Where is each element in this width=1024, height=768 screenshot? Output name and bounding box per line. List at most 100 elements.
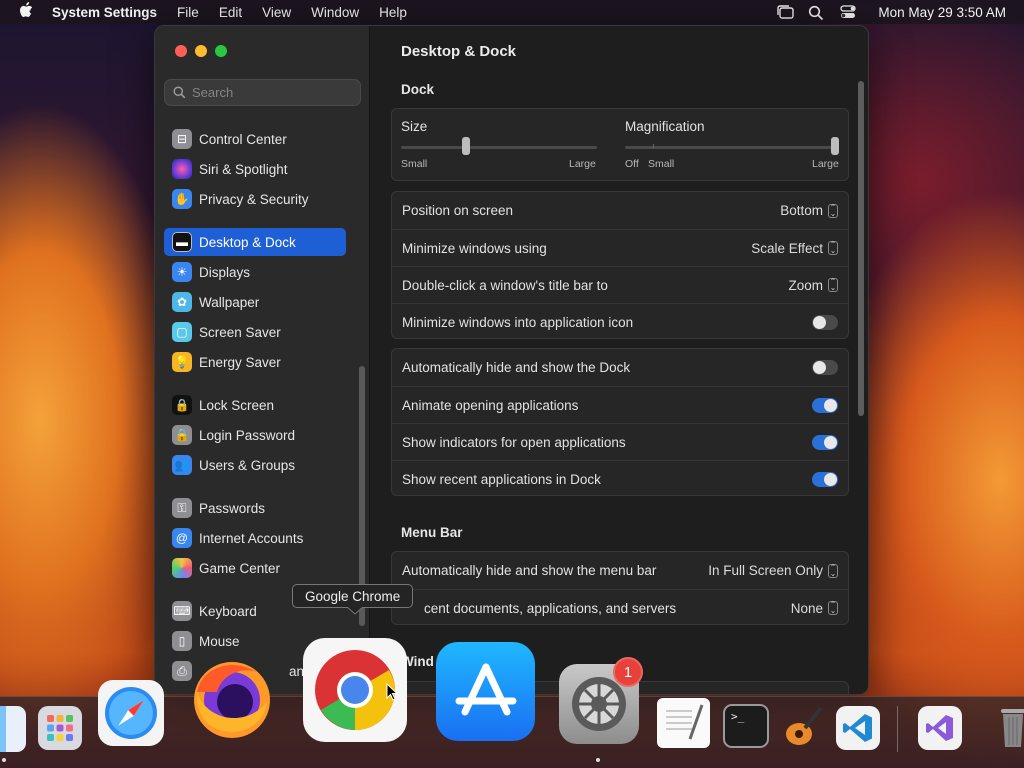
search-icon xyxy=(173,86,186,99)
minimize-effect-select[interactable]: Scale Effect ⌃ ⌄ xyxy=(751,241,838,256)
launchpad-icon[interactable] xyxy=(38,706,82,750)
sidebar-item-label: Desktop & Dock xyxy=(199,234,296,250)
screen-saver-icon: ▢ xyxy=(172,322,192,342)
autohide-menubar-row: Automatically hide and show the menu bar… xyxy=(392,552,848,589)
sidebar-item-passwords[interactable]: ⚿ Passwords xyxy=(164,494,346,522)
finder-icon[interactable] xyxy=(0,706,26,752)
sidebar-item-control-center[interactable]: ⊟ Control Center xyxy=(164,125,346,153)
flower-icon: ✿ xyxy=(172,292,192,312)
sidebar-item-label: Displays xyxy=(199,264,251,280)
zoom-window-button[interactable] xyxy=(215,45,227,57)
search-input[interactable] xyxy=(192,85,352,100)
size-slider-thumb[interactable] xyxy=(461,137,470,155)
recent-documents-select[interactable]: None ⌃ ⌄ xyxy=(791,601,838,616)
sidebar-item-lock-screen[interactable]: 🔒 Lock Screen xyxy=(164,391,346,419)
position-select[interactable]: Bottom ⌃ ⌄ xyxy=(780,203,838,218)
trash-icon[interactable] xyxy=(996,704,1024,750)
firefox-icon[interactable] xyxy=(185,650,279,744)
sidebar-item-label: Login Password xyxy=(199,427,296,443)
size-min-label: Small xyxy=(401,158,428,170)
row-label: Double-click a window's title bar to xyxy=(402,277,608,293)
minimize-window-button[interactable] xyxy=(195,45,207,57)
vscode-icon[interactable] xyxy=(836,706,880,750)
menu-view[interactable]: View xyxy=(262,5,291,20)
sidebar-item-displays[interactable]: ☀ Displays xyxy=(164,258,346,286)
show-recent-apps-toggle[interactable] xyxy=(812,471,838,487)
visual-studio-icon[interactable] xyxy=(918,706,962,750)
dock-toggles-group: Automatically hide and show the Dock Ani… xyxy=(391,348,849,496)
close-window-button[interactable] xyxy=(175,45,187,57)
menu-edit[interactable]: Edit xyxy=(219,5,242,20)
sidebar-item-internet-accounts[interactable]: @ Internet Accounts xyxy=(164,524,346,552)
search-field[interactable] xyxy=(164,79,361,106)
size-slider-track[interactable] xyxy=(401,146,597,149)
size-max-label: Large xyxy=(569,158,596,170)
minimize-into-app-icon-toggle[interactable] xyxy=(812,314,838,330)
dock-separator xyxy=(897,706,898,752)
sidebar-item-users-groups[interactable]: 👥 Users & Groups xyxy=(164,451,346,479)
menu-window[interactable]: Window xyxy=(311,5,359,20)
chevron-updown-icon: ⌃ ⌄ xyxy=(828,277,838,292)
stage-manager-icon[interactable] xyxy=(776,5,795,19)
garageband-icon[interactable] xyxy=(781,704,825,748)
sidebar-item-desktop-dock[interactable]: ▬ Desktop & Dock xyxy=(164,228,346,256)
select-value: None xyxy=(790,600,823,616)
sidebar-item-label: Internet Accounts xyxy=(199,530,304,546)
sidebar-item-screen-saver[interactable]: ▢ Screen Saver xyxy=(164,318,346,346)
lock-icon: 🔒 xyxy=(172,395,192,415)
sidebar-item-label: Passwords xyxy=(199,500,266,516)
notification-badge: 1 xyxy=(613,657,643,687)
row-label: Position on screen xyxy=(402,203,514,218)
control-center-menubar-icon[interactable] xyxy=(840,5,858,19)
at-icon: @ xyxy=(172,528,192,548)
sidebar-item-siri-spotlight[interactable]: Siri & Spotlight xyxy=(164,155,346,183)
dock-settings-group: Position on screen Bottom ⌃ ⌄ Minimize win… xyxy=(391,191,849,339)
keyboard-icon: ⌨ xyxy=(172,601,192,621)
sidebar-item-game-center[interactable]: Game Center xyxy=(164,554,346,582)
show-indicators-toggle[interactable] xyxy=(812,434,838,450)
sidebar-item-wallpaper[interactable]: ✿ Wallpaper xyxy=(164,288,346,316)
double-click-select[interactable]: Zoom ⌃ ⌄ xyxy=(788,278,838,293)
siri-icon xyxy=(172,159,192,179)
select-value: Scale Effect xyxy=(751,240,823,256)
users-icon: 👥 xyxy=(172,455,192,475)
size-label: Size xyxy=(401,119,428,134)
sidebar-item-privacy-security[interactable]: ✋ Privacy & Security xyxy=(164,185,346,213)
row-label: Show indicators for open applications xyxy=(402,434,626,450)
chevron-updown-icon: ⌃ ⌄ xyxy=(828,562,838,578)
textedit-icon[interactable] xyxy=(657,698,710,748)
terminal-icon[interactable]: >_ xyxy=(723,704,769,748)
sidebar-item-energy-saver[interactable]: 💡 Energy Saver xyxy=(164,348,346,376)
sidebar-item-login-password[interactable]: 🔒 Login Password xyxy=(164,421,346,449)
double-click-title-bar-row: Double-click a window's title bar to Zoo… xyxy=(392,266,848,303)
app-store-icon[interactable] xyxy=(436,642,535,741)
position-on-screen-row: Position on screen Bottom ⌃ ⌄ xyxy=(392,192,848,229)
menu-help[interactable]: Help xyxy=(379,5,407,20)
sidebar-item-label: Wallpaper xyxy=(199,294,260,310)
autohide-menubar-select[interactable]: In Full Screen Only ⌃ ⌄ xyxy=(708,563,838,578)
apple-menu-icon[interactable] xyxy=(0,2,52,22)
safari-icon[interactable] xyxy=(98,680,164,746)
mouse-icon: ▯ xyxy=(172,631,192,651)
sidebar-item-label: Control Center xyxy=(199,131,287,147)
menu-file[interactable]: File xyxy=(177,5,199,20)
lock-icon: 🔒 xyxy=(172,425,192,445)
magnification-slider-track[interactable] xyxy=(625,146,839,149)
spotlight-search-icon[interactable] xyxy=(808,5,826,21)
menubar-clock[interactable]: Mon May 29 3:50 AM xyxy=(878,5,1006,20)
magnification-label: Magnification xyxy=(625,119,705,134)
content-scrollbar[interactable] xyxy=(858,81,864,416)
autohide-dock-toggle[interactable] xyxy=(812,360,838,375)
page-title: Desktop & Dock xyxy=(401,43,517,60)
magnification-slider-thumb[interactable] xyxy=(831,137,839,155)
dock-size-group: Size Small Large Magnification Off Small… xyxy=(391,108,849,181)
chevron-updown-icon: ⌃ ⌄ xyxy=(828,240,838,255)
animate-opening-toggle[interactable] xyxy=(812,397,838,413)
row-label: cent documents, applications, and server… xyxy=(424,600,677,616)
row-label: Minimize windows using xyxy=(402,240,547,256)
menu-app-name[interactable]: System Settings xyxy=(52,5,157,20)
game-center-icon xyxy=(172,558,192,578)
chevron-updown-icon: ⌃ ⌄ xyxy=(828,600,838,615)
dock-tooltip: Google Chrome xyxy=(292,584,414,608)
content-pane: Desktop & Dock Dock Size Small Large Mag… xyxy=(370,26,868,694)
